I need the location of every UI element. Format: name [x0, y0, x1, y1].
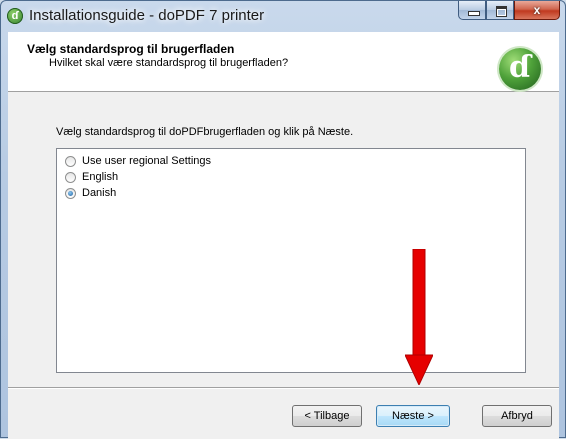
radio-label: Use user regional Settings [82, 155, 212, 167]
footer-separator [8, 387, 559, 389]
maximize-button[interactable] [486, 1, 514, 20]
instruction-text: Vælg standardsprog til doPDFbrugerfladen… [56, 126, 354, 138]
wizard-header: Vælg standardsprog til brugerfladen Hvil… [8, 32, 559, 92]
minimize-icon [468, 11, 480, 16]
radio-button-english[interactable] [65, 171, 76, 183]
dialog-body: Vælg standardsprog til brugerfladen Hvil… [8, 32, 559, 439]
arrow-head [405, 354, 433, 385]
page-subtitle: Hvilket skal være standardsprog til brug… [49, 57, 289, 69]
installer-window: ɗ Installationsguide - doPDF 7 printer x… [0, 0, 566, 439]
title-bar[interactable]: ɗ Installationsguide - doPDF 7 printer x [1, 1, 565, 31]
window-title: Installationsguide - doPDF 7 printer [29, 7, 265, 24]
caption-buttons: x [458, 1, 560, 21]
radio-option-english[interactable]: English [65, 169, 118, 185]
dopdf-logo-icon: ɗ [499, 48, 541, 90]
radio-button-regional[interactable] [65, 155, 76, 167]
next-button[interactable]: Næste > [376, 405, 450, 427]
cancel-button[interactable]: Afbryd [482, 405, 552, 427]
arrow-shaft [412, 249, 426, 358]
radio-option-regional[interactable]: Use user regional Settings [65, 153, 211, 169]
maximize-icon [496, 6, 507, 17]
language-options-box: Use user regional Settings English Danis… [56, 148, 526, 373]
radio-label: Danish [82, 187, 117, 199]
minimize-button[interactable] [458, 1, 486, 20]
back-button[interactable]: < Tilbage [292, 405, 362, 427]
radio-button-danish[interactable] [65, 187, 76, 199]
close-button[interactable]: x [514, 1, 560, 20]
radio-option-danish[interactable]: Danish [65, 185, 116, 201]
dopdf-app-icon[interactable]: ɗ [7, 8, 23, 24]
close-icon: x [533, 3, 541, 17]
radio-label: English [82, 171, 119, 183]
page-title: Vælg standardsprog til brugerfladen [27, 42, 235, 56]
red-down-arrow-icon [405, 249, 433, 385]
